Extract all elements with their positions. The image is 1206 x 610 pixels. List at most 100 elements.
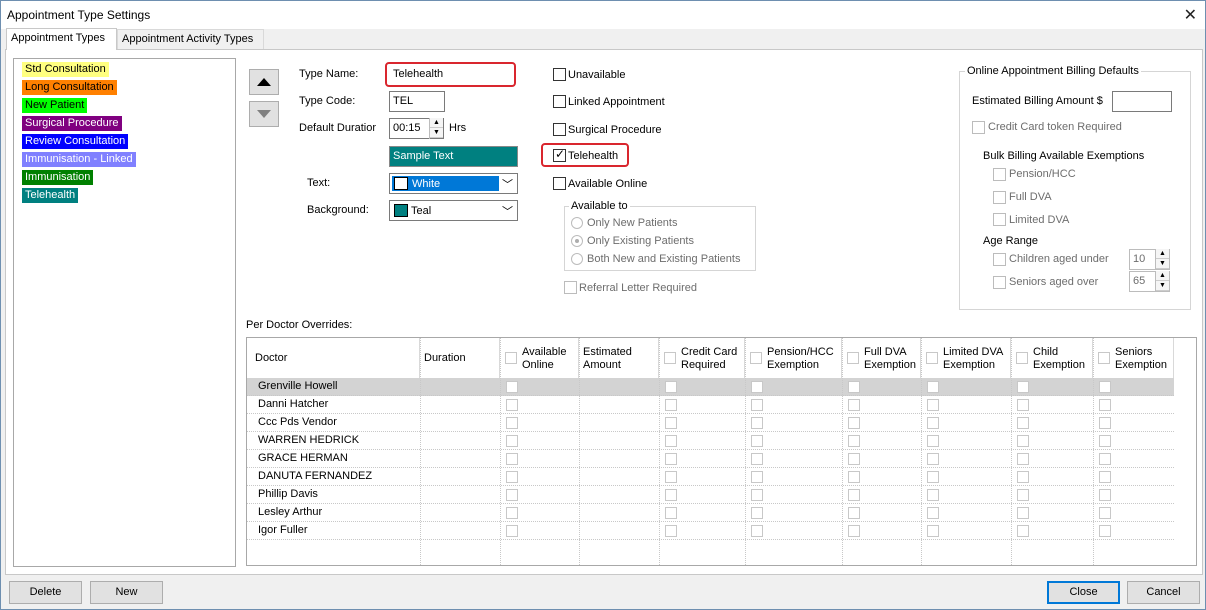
override-checkbox[interactable]	[1099, 471, 1111, 483]
appointment-type-item[interactable]: Immunisation	[22, 170, 94, 185]
doctor-row[interactable]: Lesley Arthur	[247, 504, 1174, 522]
appointment-type-item[interactable]: Review Consultation	[22, 134, 129, 149]
children-aged-checkbox[interactable]	[993, 253, 1006, 266]
override-checkbox[interactable]	[751, 435, 763, 447]
override-checkbox[interactable]	[848, 525, 860, 537]
only-new-patients-radio[interactable]	[571, 217, 583, 229]
override-checkbox[interactable]	[751, 399, 763, 411]
override-checkbox[interactable]	[1017, 417, 1029, 429]
doctor-row[interactable]: Ccc Pds Vendor	[247, 414, 1174, 432]
move-down-button[interactable]	[249, 101, 279, 127]
override-checkbox[interactable]	[506, 471, 518, 483]
override-checkbox[interactable]	[665, 399, 677, 411]
override-checkbox[interactable]	[927, 471, 939, 483]
full-dva-checkbox[interactable]	[993, 191, 1006, 204]
spin-down-icon[interactable]: ▼	[1156, 259, 1169, 269]
column-select-all-checkbox[interactable]	[505, 352, 517, 364]
tab-appointment-types[interactable]: Appointment Types	[6, 28, 117, 50]
spin-up-icon[interactable]: ▲	[1156, 271, 1169, 281]
override-checkbox[interactable]	[848, 507, 860, 519]
override-checkbox[interactable]	[927, 489, 939, 501]
override-checkbox[interactable]	[1099, 435, 1111, 447]
override-checkbox[interactable]	[665, 471, 677, 483]
unavailable-checkbox[interactable]	[553, 68, 566, 81]
override-checkbox[interactable]	[1017, 399, 1029, 411]
override-checkbox[interactable]	[1099, 525, 1111, 537]
override-checkbox[interactable]	[1099, 381, 1111, 393]
both-patients-radio[interactable]	[571, 253, 583, 265]
override-checkbox[interactable]	[751, 489, 763, 501]
seniors-aged-checkbox[interactable]	[993, 276, 1006, 289]
override-checkbox[interactable]	[1099, 507, 1111, 519]
column-header[interactable]: Child Exemption	[1011, 338, 1093, 379]
override-checkbox[interactable]	[506, 489, 518, 501]
override-checkbox[interactable]	[1017, 525, 1029, 537]
children-age-spinner[interactable]: ▲ ▼	[1155, 249, 1169, 270]
doctor-row[interactable]: GRACE HERMAN	[247, 450, 1174, 468]
appointment-type-item[interactable]: Std Consultation	[22, 62, 109, 77]
new-button[interactable]: New	[90, 581, 163, 604]
override-checkbox[interactable]	[665, 453, 677, 465]
referral-letter-checkbox[interactable]	[564, 281, 577, 294]
override-checkbox[interactable]	[1099, 417, 1111, 429]
override-checkbox[interactable]	[665, 507, 677, 519]
override-checkbox[interactable]	[751, 507, 763, 519]
appointment-type-item[interactable]: New Patient	[22, 98, 88, 113]
override-checkbox[interactable]	[927, 435, 939, 447]
override-checkbox[interactable]	[1099, 453, 1111, 465]
override-checkbox[interactable]	[665, 489, 677, 501]
override-checkbox[interactable]	[665, 417, 677, 429]
spin-up-icon[interactable]: ▲	[430, 118, 443, 128]
override-checkbox[interactable]	[751, 381, 763, 393]
override-checkbox[interactable]	[927, 453, 939, 465]
default-duration-input[interactable]: 00:15 ▲ ▼	[389, 118, 444, 139]
override-checkbox[interactable]	[506, 381, 518, 393]
override-checkbox[interactable]	[848, 471, 860, 483]
seniors-age-spinner[interactable]: ▲ ▼	[1155, 271, 1169, 292]
override-checkbox[interactable]	[1017, 471, 1029, 483]
children-age-input[interactable]: 10 ▲ ▼	[1129, 249, 1170, 270]
override-checkbox[interactable]	[1099, 489, 1111, 501]
override-checkbox[interactable]	[848, 435, 860, 447]
linked-appointment-checkbox[interactable]	[553, 95, 566, 108]
column-header[interactable]: Seniors Exemption	[1093, 338, 1174, 379]
doctor-row[interactable]: Igor Fuller	[247, 522, 1174, 540]
column-header[interactable]: Full DVA Exemption	[842, 338, 921, 379]
override-checkbox[interactable]	[1017, 435, 1029, 447]
override-checkbox[interactable]	[506, 399, 518, 411]
override-checkbox[interactable]	[506, 507, 518, 519]
override-checkbox[interactable]	[1017, 453, 1029, 465]
close-icon[interactable]: ✕	[1184, 5, 1197, 25]
appointment-type-list[interactable]: Std Consultation Long Consultation New Pat…	[13, 58, 236, 567]
column-header[interactable]: Limited DVA Exemption	[921, 338, 1011, 379]
column-header[interactable]: Duration	[420, 338, 500, 379]
override-checkbox[interactable]	[1017, 489, 1029, 501]
cancel-button[interactable]: Cancel	[1127, 581, 1200, 604]
override-checkbox[interactable]	[1099, 399, 1111, 411]
override-checkbox[interactable]	[848, 489, 860, 501]
override-checkbox[interactable]	[751, 417, 763, 429]
column-select-all-checkbox[interactable]	[847, 352, 859, 364]
column-header[interactable]: Doctor	[247, 338, 420, 379]
override-checkbox[interactable]	[848, 399, 860, 411]
override-checkbox[interactable]	[665, 381, 677, 393]
column-header[interactable]: Estimated Amount	[579, 338, 659, 379]
doctor-row[interactable]: DANUTA FERNANDEZ	[247, 468, 1174, 486]
spin-down-icon[interactable]: ▼	[1156, 281, 1169, 291]
appointment-type-item[interactable]: Immunisation - Linked	[22, 152, 136, 167]
type-code-input[interactable]: TEL	[389, 91, 445, 112]
background-dropdown[interactable]: Teal ﹀	[389, 200, 518, 221]
override-checkbox[interactable]	[927, 417, 939, 429]
appointment-type-item[interactable]: Surgical Procedure	[22, 116, 122, 131]
appointment-type-item[interactable]: Long Consultation	[22, 80, 117, 95]
override-checkbox[interactable]	[506, 453, 518, 465]
spin-up-icon[interactable]: ▲	[1156, 249, 1169, 259]
available-online-checkbox[interactable]	[553, 177, 566, 190]
override-checkbox[interactable]	[665, 435, 677, 447]
override-checkbox[interactable]	[1017, 507, 1029, 519]
text-color-dropdown[interactable]: White ﹀	[389, 173, 518, 194]
doctor-row[interactable]: Danni Hatcher	[247, 396, 1174, 414]
doctor-row[interactable]: Phillip Davis	[247, 486, 1174, 504]
override-checkbox[interactable]	[506, 417, 518, 429]
column-select-all-checkbox[interactable]	[664, 352, 676, 364]
